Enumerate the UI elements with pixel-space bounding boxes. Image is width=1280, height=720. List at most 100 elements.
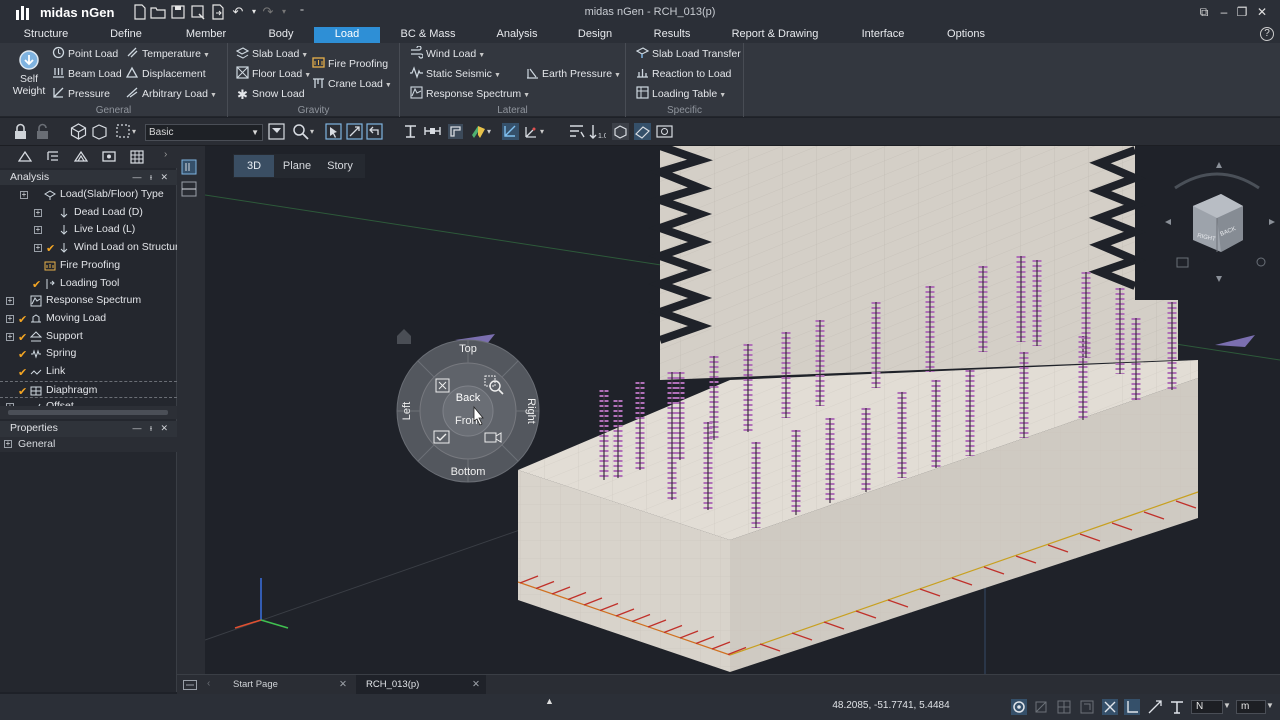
section-shape-icon[interactable] xyxy=(447,123,464,140)
save-as-icon[interactable] xyxy=(190,4,206,20)
node-select-icon[interactable] xyxy=(502,123,519,140)
properties-general-row[interactable]: + General xyxy=(0,437,177,452)
panel-split-icon[interactable] xyxy=(181,181,197,197)
visibility-checkmark-icon[interactable]: ✔ xyxy=(18,312,27,328)
menu-define[interactable]: Define xyxy=(96,27,156,43)
wheel-camera-icon[interactable] xyxy=(484,430,502,444)
iso-view-icon[interactable] xyxy=(70,123,87,140)
table-tab-icon[interactable] xyxy=(130,150,144,164)
self-weight-button[interactable]: Self Weight xyxy=(10,47,48,105)
wheel-left-label[interactable]: Left xyxy=(401,396,413,426)
open-folder-icon[interactable] xyxy=(150,4,166,20)
help-icon[interactable]: ? xyxy=(1260,27,1274,41)
tree-item[interactable]: ✔ Spring xyxy=(0,345,177,363)
pressure-button[interactable]: Pressure xyxy=(52,85,110,103)
model-tab-close-icon[interactable]: ✕ xyxy=(472,675,480,695)
wheel-top-label[interactable]: Top xyxy=(448,343,488,355)
unlock-icon[interactable] xyxy=(34,123,51,140)
tree-item[interactable]: +✔Response Spectrum xyxy=(0,292,177,310)
beam-load-button[interactable]: Beam Load xyxy=(52,65,122,83)
tree-expander-icon[interactable]: + xyxy=(6,297,14,306)
tree-expander-icon[interactable]: + xyxy=(34,244,42,253)
panel-controls[interactable]: — ᵻ ✕ xyxy=(132,170,171,185)
box-view-icon[interactable] xyxy=(91,123,108,140)
lock-icon[interactable] xyxy=(12,123,29,140)
grid-settings-icon[interactable] xyxy=(568,123,585,140)
earth-pressure-button[interactable]: Earth Pressure ▼ xyxy=(526,65,621,83)
axis-dropdown-icon[interactable]: ▾ xyxy=(540,127,557,144)
pointer-select-icon[interactable] xyxy=(325,123,342,140)
zoom-search-icon[interactable] xyxy=(292,123,309,140)
panel-layout-icon[interactable] xyxy=(181,159,197,175)
tree-item[interactable]: + ✔ Moving Load xyxy=(0,310,177,328)
length-unit-dropdown-icon[interactable]: ▼ xyxy=(1266,701,1274,710)
tree-expander-icon[interactable]: + xyxy=(34,208,42,217)
tab-scroll-right-icon[interactable]: › xyxy=(164,149,167,160)
document-tab-start-page[interactable]: Start Page ✕ xyxy=(223,675,353,695)
temperature-button[interactable]: Temperature ▼ xyxy=(126,45,210,63)
wheel-zoom-icon[interactable] xyxy=(484,375,504,395)
tree-item[interactable]: +✔Dead Load (D) xyxy=(0,204,177,222)
menu-analysis[interactable]: Analysis xyxy=(486,27,548,43)
screen-capture-icon[interactable] xyxy=(656,123,673,140)
crane-load-button[interactable]: Crane Load ▼ xyxy=(312,75,392,93)
wind-load-button[interactable]: Wind Load ▼ xyxy=(410,45,485,63)
point-load-button[interactable]: Point Load xyxy=(52,45,118,63)
element-axis-icon[interactable] xyxy=(523,123,540,140)
floor-load-button[interactable]: Floor Load ▼ xyxy=(236,65,311,83)
tree-item[interactable]: + ✔ Wind Load on Structure ( xyxy=(0,239,177,257)
snap-cross-icon[interactable] xyxy=(1102,699,1118,715)
previous-view-icon[interactable] xyxy=(366,123,383,140)
view-cube-right-arrow[interactable] xyxy=(1269,219,1275,225)
tree-item[interactable]: ✔ Diaphragm xyxy=(0,380,177,399)
menu-member[interactable]: Member xyxy=(176,27,236,43)
wheel-select-icon[interactable] xyxy=(433,430,450,444)
tab-scroll-left-icon[interactable]: ‹ xyxy=(207,678,210,689)
force-unit-dropdown-icon[interactable]: ▼ xyxy=(1223,701,1231,710)
view-cube-left-arrow[interactable] xyxy=(1165,219,1171,225)
view-cube-zoom-icon[interactable] xyxy=(1256,257,1266,267)
response-spectrum-button[interactable]: Response Spectrum ▼ xyxy=(410,85,530,103)
view-cube[interactable]: RIGHT BACK xyxy=(1157,160,1279,284)
view-cube-down-arrow[interactable] xyxy=(1216,276,1222,282)
wheel-right-label[interactable]: Right xyxy=(525,395,537,427)
scale-factor-icon[interactable]: 1.0 xyxy=(589,123,606,140)
render-color-icon[interactable] xyxy=(470,123,487,140)
visibility-checkmark-icon[interactable]: ✔ xyxy=(18,347,27,363)
group-tab-icon[interactable] xyxy=(74,150,88,164)
new-file-icon[interactable] xyxy=(132,4,148,20)
tree-item[interactable]: ✔ Loading Tool xyxy=(0,275,177,293)
selection-box-icon[interactable] xyxy=(115,123,132,140)
tree-item[interactable]: +✔Load(Slab/Floor) Type xyxy=(0,186,177,204)
model-view-icon[interactable] xyxy=(612,123,629,140)
redo-icon[interactable]: ↷ xyxy=(260,4,276,20)
snap-settings-icon[interactable] xyxy=(1011,699,1027,715)
menu-structure[interactable]: Structure xyxy=(14,27,78,43)
tree-expander-icon[interactable]: + xyxy=(34,226,42,235)
snap-grid-icon[interactable] xyxy=(1033,699,1049,715)
text-display-icon[interactable] xyxy=(402,123,419,140)
loading-table-button[interactable]: Loading Table ▼ xyxy=(636,85,726,103)
visibility-checkmark-icon[interactable]: ✔ xyxy=(18,384,27,398)
menu-design[interactable]: Design xyxy=(566,27,624,43)
tree-item[interactable]: ✔ Link xyxy=(0,363,177,381)
reaction-to-load-button[interactable]: Reaction to Load xyxy=(636,65,731,83)
dimension-icon[interactable] xyxy=(424,123,441,140)
slab-load-transfer-button[interactable]: Slab Load Transfer xyxy=(636,45,741,63)
tree-tab-icon[interactable] xyxy=(46,150,60,164)
save-icon[interactable] xyxy=(170,4,186,20)
display-tab-icon[interactable] xyxy=(102,150,116,164)
displacement-button[interactable]: Displacement xyxy=(126,65,206,83)
tree-expander-icon[interactable]: + xyxy=(6,314,14,323)
properties-general-expander-icon[interactable]: + xyxy=(4,440,12,448)
properties-panel-controls[interactable]: — ᵻ ✕ xyxy=(132,421,171,436)
visibility-checkmark-icon[interactable]: ✔ xyxy=(46,241,55,257)
status-menu-arrow-icon[interactable]: ▲ xyxy=(545,696,554,706)
menu-report-drawing[interactable]: Report & Drawing xyxy=(722,27,828,43)
length-unit-select[interactable]: m xyxy=(1236,700,1266,714)
undo-icon[interactable]: ↶ xyxy=(230,4,246,20)
customize-quick-access-icon[interactable]: ⁼ xyxy=(294,4,310,20)
display-filter-icon[interactable] xyxy=(268,123,285,140)
navigation-wheel[interactable]: Top Bottom Left Right Back Front xyxy=(396,339,540,483)
wheel-bottom-label[interactable]: Bottom xyxy=(442,466,494,478)
